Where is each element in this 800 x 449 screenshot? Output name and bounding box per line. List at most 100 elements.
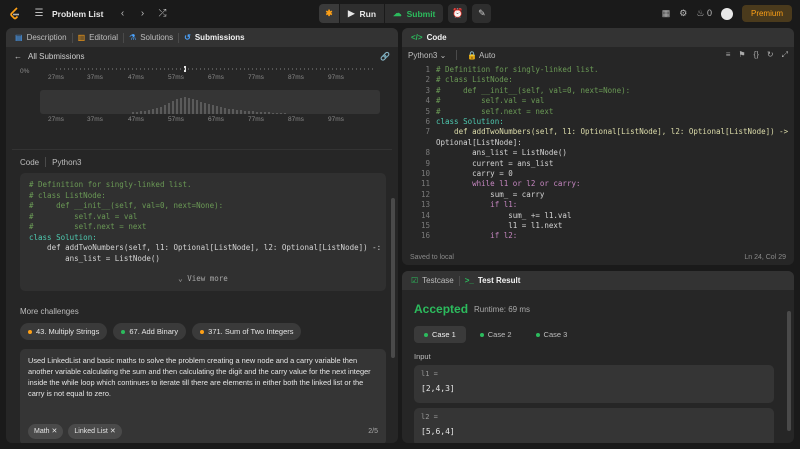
language-select[interactable]: Python3 ⌄: [408, 51, 446, 60]
gear-icon[interactable]: ⚙: [679, 8, 687, 19]
cursor-position: Ln 24, Col 29: [744, 254, 786, 261]
timer-button[interactable]: ⏰: [448, 4, 468, 23]
chart-tick-mark: [192, 68, 193, 70]
shuffle-icon[interactable]: ⤮: [155, 7, 169, 21]
chart-tick-mark: [312, 68, 313, 70]
bookmark-icon[interactable]: ⚑: [738, 50, 745, 60]
premium-button[interactable]: Premium: [741, 5, 792, 22]
close-icon[interactable]: ✕: [110, 428, 116, 435]
input-label: l1 =: [421, 370, 438, 378]
case-tab[interactable]: Case 3: [526, 326, 578, 343]
challenge-chip[interactable]: 371. Sum of Two Integers: [192, 323, 302, 340]
code-line: # self.next = next: [436, 106, 554, 116]
note-icon: ✎: [478, 8, 486, 18]
submit-button[interactable]: ☁ Submit: [385, 4, 444, 23]
reset-icon[interactable]: ↻: [767, 50, 774, 60]
close-icon[interactable]: ✕: [52, 428, 58, 435]
chart-tick-mark: [372, 68, 373, 70]
notification[interactable]: ♨ 0: [696, 8, 712, 19]
bug-icon: ✱: [325, 8, 333, 18]
chart-tick-mark: [160, 68, 161, 70]
chart-tick-mark: [340, 68, 341, 70]
expand-icon[interactable]: ⤢: [782, 50, 788, 60]
leetcode-logo-icon[interactable]: [8, 6, 22, 21]
y-tick: 0%: [20, 68, 30, 75]
tab-testcase[interactable]: ☑ Testcase: [406, 276, 459, 285]
chart-tick-mark: [120, 68, 121, 70]
tab-editorial[interactable]: ▥ Editorial: [73, 33, 123, 42]
chart-tick-mark: [68, 68, 69, 70]
back-arrow-icon[interactable]: ←: [14, 52, 22, 61]
tag-list: Math ✕ Linked List ✕: [28, 424, 122, 439]
avatar[interactable]: [720, 7, 733, 20]
chevron-right-icon[interactable]: ›: [135, 7, 149, 21]
challenge-chip[interactable]: 43. Multiply Strings: [20, 323, 108, 340]
auto-mode-toggle[interactable]: 🔒 Auto: [467, 51, 495, 60]
braces-icon[interactable]: {}: [754, 50, 759, 60]
chart-tick-mark: [168, 68, 169, 70]
line-number: 16: [420, 231, 430, 241]
mode-label: Auto: [479, 50, 496, 60]
submission-notes[interactable]: Used LinkedList and basic maths to solve…: [20, 349, 386, 443]
chart-tick-mark: [220, 68, 221, 70]
tab-testcase-label: Testcase: [422, 276, 454, 285]
chart-tick-mark: [228, 68, 229, 70]
chart-tick-mark: [132, 68, 133, 70]
problem-list-link[interactable]: Problem List: [52, 9, 103, 19]
left-scrollbar[interactable]: [391, 198, 395, 358]
tab-solutions[interactable]: ⚗ Solutions: [124, 33, 178, 42]
all-submissions-link[interactable]: All Submissions: [28, 52, 84, 61]
notes-text[interactable]: Used LinkedList and basic maths to solve…: [28, 355, 378, 399]
challenge-chip[interactable]: 67. Add Binary: [113, 323, 187, 340]
tab-description-label: Description: [26, 33, 67, 42]
tab-submissions[interactable]: ↺ Submissions: [179, 33, 250, 42]
format-icon[interactable]: ≡: [726, 50, 731, 60]
chart-bar: [192, 99, 194, 114]
layout-grid-icon[interactable]: ▦: [662, 8, 671, 19]
submitted-code-block: # Definition for singly-linked list. # c…: [20, 173, 386, 291]
chart-tick-mark: [200, 68, 201, 70]
chart-tick-mark: [224, 68, 225, 70]
chart-bar: [216, 106, 218, 114]
chart-tick-mark: [268, 68, 269, 70]
submit-label: Submit: [406, 8, 436, 19]
run-button[interactable]: ▶ Run: [340, 4, 385, 23]
chart-tick-mark: [172, 68, 173, 70]
tag-chip[interactable]: Linked List ✕: [68, 424, 122, 439]
challenge-label: 371. Sum of Two Integers: [208, 327, 294, 336]
code-line: ans_list = ListNode(): [29, 253, 160, 263]
notes-button[interactable]: ✎: [472, 4, 492, 23]
tag-chip[interactable]: Math ✕: [28, 424, 64, 439]
chart-tick-mark: [296, 68, 297, 70]
chart-tick-mark: [280, 68, 281, 70]
view-more-button[interactable]: ⌄ View more: [20, 274, 386, 283]
document-icon: ▤: [15, 33, 23, 42]
chart-bar: [140, 111, 142, 114]
tab-description[interactable]: ▤ Description: [10, 33, 72, 42]
chart-range-box[interactable]: [40, 90, 380, 114]
chart-tick-mark: [156, 68, 157, 70]
test-scrollbar[interactable]: [787, 311, 791, 431]
tab-test-result[interactable]: >_ Test Result: [460, 276, 526, 285]
pass-dot: [535, 332, 540, 337]
code-section-label: Code Python3: [20, 157, 81, 167]
problem-list-icon[interactable]: ☰: [32, 7, 46, 21]
tab-code[interactable]: </> Code: [406, 33, 452, 42]
code-line: # self.val = val: [436, 96, 545, 106]
debug-button[interactable]: ✱: [319, 4, 339, 23]
x-tick: 27ms: [48, 74, 64, 81]
case-tab[interactable]: Case 2: [470, 326, 522, 343]
case-label: Case 2: [487, 330, 512, 339]
chart-tick-mark: [276, 68, 277, 70]
chart-tick-mark: [184, 68, 185, 70]
chart-bar: [212, 105, 214, 114]
link-icon[interactable]: 🔗: [380, 52, 390, 61]
chart-tick-mark: [272, 68, 273, 70]
chevron-left-icon[interactable]: ‹: [115, 7, 129, 21]
code-editor[interactable]: 1 # Definition for singly-linked list. 2 # …: [402, 65, 794, 249]
case-tab[interactable]: Case 1: [414, 326, 466, 343]
chart-tick-mark: [236, 68, 237, 70]
pass-dot: [479, 332, 484, 337]
code-line: # def __init__(self, val=0, next=None):: [436, 85, 631, 95]
fire-icon: ♨: [696, 8, 705, 18]
